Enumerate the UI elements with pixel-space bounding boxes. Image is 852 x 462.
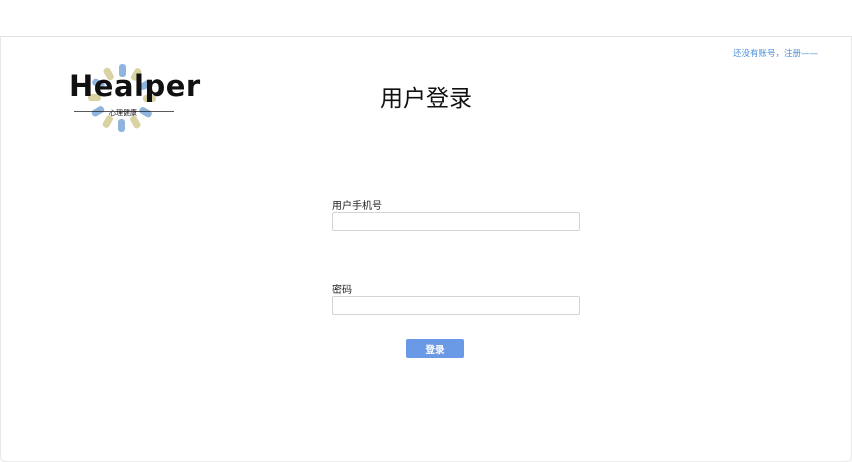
password-label: 密码 [332,285,352,296]
page-title: 用户登录 [380,86,472,112]
register-link[interactable]: 还没有账号，注册—— [733,47,818,59]
top-bar [0,0,852,37]
login-button[interactable]: 登录 [406,339,464,358]
phone-input[interactable] [332,212,580,231]
phone-label: 用户手机号 [332,201,382,212]
password-input[interactable] [332,296,580,315]
